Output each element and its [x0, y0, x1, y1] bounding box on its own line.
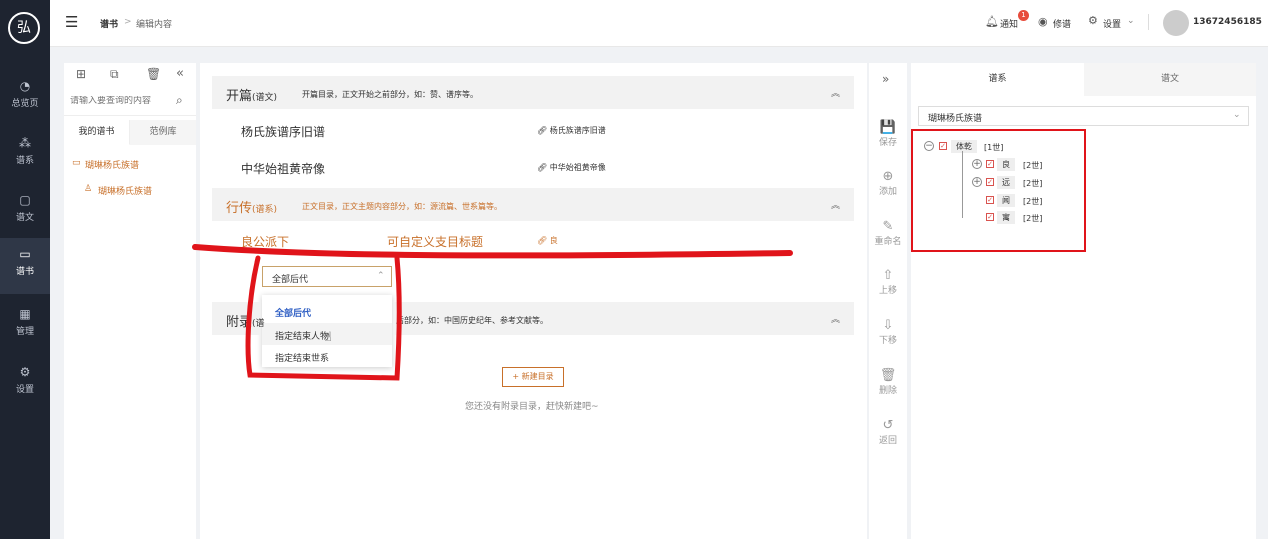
tool-label: 上移: [878, 286, 897, 296]
tool-label: 删除: [878, 386, 897, 396]
delete-button[interactable]: 🗑 删除: [870, 368, 906, 396]
tree-gen: [2世]: [1023, 179, 1043, 188]
collapse-icon[interactable]: −: [924, 141, 934, 151]
save-icon: 💾: [879, 120, 897, 135]
undo-icon: ↺: [882, 418, 894, 433]
checkbox[interactable]: ✓: [986, 160, 994, 168]
rename-button[interactable]: ✎ 重命名: [870, 219, 906, 247]
trash-icon: 🗑: [879, 368, 897, 383]
tab-lineage[interactable]: 谱系: [911, 63, 1084, 96]
genealogy-select[interactable]: 瑚琳杨氏族谱 ⌄: [918, 106, 1249, 126]
move-down-button[interactable]: ⇩ 下移: [870, 318, 906, 346]
annotation-underline: [192, 244, 793, 259]
tree-node[interactable]: 良: [997, 158, 1015, 171]
tree-gen: [2世]: [1023, 197, 1043, 206]
tree-gen: [1世]: [984, 143, 1004, 152]
checkbox[interactable]: ✓: [986, 196, 994, 204]
add-icon: ⊕: [882, 169, 894, 184]
tool-label: 保存: [878, 138, 897, 148]
tool-label: 下移: [878, 336, 897, 346]
tab-articles[interactable]: 谱文: [1084, 63, 1256, 96]
expand-icon[interactable]: +: [972, 159, 982, 169]
tree-node[interactable]: 闻: [997, 194, 1015, 207]
tool-label: 重命名: [874, 237, 902, 247]
edit-icon: ✎: [882, 219, 894, 234]
arrow-down-icon: ⇩: [882, 318, 894, 333]
checkbox[interactable]: ✓: [939, 142, 947, 150]
chevron-down-icon: ⌄: [1233, 110, 1241, 120]
tree-node[interactable]: 寓: [997, 211, 1015, 224]
tool-label: 添加: [878, 187, 897, 197]
checkbox[interactable]: ✓: [986, 213, 994, 221]
tree-node[interactable]: 远: [997, 176, 1015, 189]
tree-gen: [2世]: [1023, 161, 1043, 170]
move-up-button[interactable]: ⇧ 上移: [870, 268, 906, 296]
back-button[interactable]: ↺ 返回: [870, 418, 906, 446]
save-button[interactable]: 💾 保存: [870, 120, 906, 148]
add-button[interactable]: ⊕ 添加: [870, 169, 906, 197]
arrow-up-icon: ⇧: [882, 268, 894, 283]
tree-node[interactable]: 体乾: [951, 140, 977, 153]
tool-label: 返回: [878, 436, 897, 446]
annotation-box: [245, 255, 402, 381]
checkbox[interactable]: ✓: [986, 178, 994, 186]
tree-gen: [2世]: [1023, 214, 1043, 223]
expand-icon[interactable]: +: [972, 177, 982, 187]
tree-line: [962, 151, 963, 218]
select-value: 瑚琳杨氏族谱: [928, 114, 983, 124]
expand-icon[interactable]: »: [882, 72, 889, 86]
